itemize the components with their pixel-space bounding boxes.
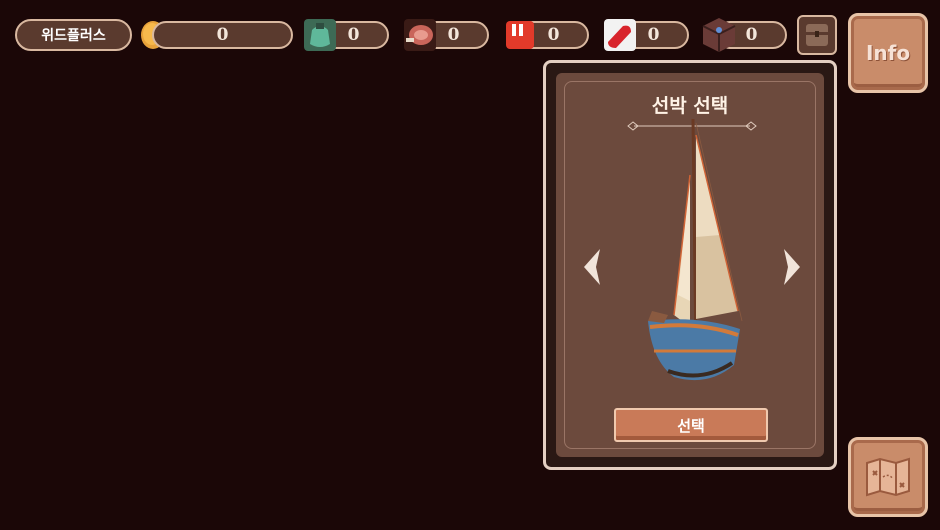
green-potion-icon [304, 19, 336, 51]
next-ship-arrow[interactable] [776, 245, 806, 289]
crate-icon [806, 24, 828, 46]
coin-counter: 0 [152, 21, 293, 49]
map-icon [866, 457, 910, 497]
treasure-chest-icon [702, 18, 736, 52]
select-ship-button[interactable]: 선택 [614, 408, 768, 442]
brand-label[interactable]: 위드플러스 [15, 19, 132, 51]
meat-icon [404, 19, 436, 51]
red-box-icon [506, 21, 534, 49]
prev-ship-arrow[interactable] [578, 245, 608, 289]
map-button[interactable] [848, 437, 928, 517]
inventory-button[interactable] [797, 15, 837, 55]
ship-select-panel: 선박 선택 선택 [543, 60, 837, 470]
info-button[interactable]: Info [848, 13, 928, 93]
sailboat-icon [648, 118, 743, 381]
red-pill-icon [604, 19, 636, 51]
panel-title: 선박 선택 [651, 95, 729, 117]
info-label: Info [865, 41, 911, 65]
